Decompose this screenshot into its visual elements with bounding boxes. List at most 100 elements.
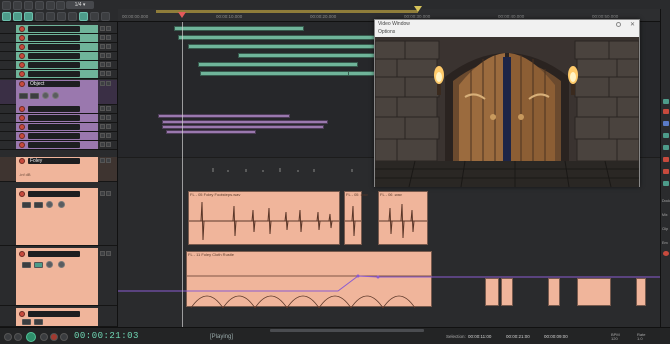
solo-button[interactable] <box>106 251 111 256</box>
mute-button[interactable] <box>100 35 105 40</box>
grid-dropdown[interactable]: 1/4 ▾ <box>66 1 94 9</box>
solo-button[interactable] <box>106 81 111 86</box>
track-name[interactable] <box>28 53 80 59</box>
pan-knob[interactable] <box>58 261 65 268</box>
zoom-icon[interactable] <box>101 12 110 21</box>
loop-button[interactable] <box>60 333 68 341</box>
mute-button[interactable] <box>100 106 105 111</box>
record-arm-button[interactable] <box>19 124 25 130</box>
settings-icon[interactable] <box>56 1 65 10</box>
track-name[interactable]: Object <box>28 81 80 87</box>
dock-icon[interactable] <box>663 121 669 126</box>
stop-button[interactable] <box>14 333 22 341</box>
track-name[interactable] <box>28 115 80 121</box>
solo-button[interactable] <box>106 35 111 40</box>
metronome-icon[interactable] <box>46 1 55 10</box>
record-arm-button[interactable] <box>19 251 25 257</box>
mute-button[interactable] <box>100 81 105 86</box>
solo-button[interactable] <box>106 158 111 163</box>
track-name[interactable] <box>28 71 80 77</box>
track-header[interactable] <box>0 34 117 43</box>
track-header[interactable] <box>0 114 117 123</box>
bpm-value[interactable]: 120 <box>611 336 618 341</box>
solo-button[interactable] <box>106 26 111 31</box>
dock-icon[interactable] <box>663 181 669 186</box>
grid-icon[interactable] <box>90 12 99 21</box>
play-cursor-marker[interactable] <box>178 12 186 18</box>
track-header[interactable] <box>0 141 117 150</box>
dock-icon[interactable] <box>663 169 669 174</box>
crossfade-icon[interactable] <box>46 12 55 21</box>
mute-button[interactable] <box>100 251 105 256</box>
dock-icon[interactable] <box>663 145 669 150</box>
fx-button[interactable] <box>22 262 31 268</box>
selection-end[interactable]: 00:00:21:00 <box>506 334 530 339</box>
mute-button[interactable] <box>100 26 105 31</box>
envelope-icon[interactable] <box>24 12 33 21</box>
route-button[interactable] <box>34 319 43 325</box>
route-button[interactable] <box>30 93 39 99</box>
track-name[interactable] <box>28 26 80 32</box>
track-name[interactable] <box>28 106 80 112</box>
mute-button[interactable] <box>100 158 105 163</box>
record-arm-button[interactable] <box>19 191 25 197</box>
mute-button[interactable] <box>100 124 105 129</box>
dock-icon[interactable] <box>663 133 669 138</box>
record-arm-button[interactable] <box>19 71 25 77</box>
dock-label[interactable]: Mix <box>662 213 667 217</box>
record-arm-button[interactable] <box>19 158 25 164</box>
snap-icon[interactable] <box>2 12 11 21</box>
auto-crossfade-icon[interactable] <box>79 12 88 21</box>
track-header[interactable] <box>0 105 117 114</box>
fx-button[interactable] <box>22 319 31 325</box>
group-icon[interactable] <box>57 12 66 21</box>
loop-end-marker[interactable] <box>414 6 422 12</box>
ripple-icon[interactable] <box>13 12 22 21</box>
mute-button[interactable] <box>100 71 105 76</box>
volume-knob[interactable] <box>42 92 49 99</box>
time-display[interactable]: 00:00:21:03 <box>74 331 139 341</box>
solo-button[interactable] <box>106 62 111 67</box>
track-header[interactable] <box>0 188 117 246</box>
track-header[interactable] <box>0 123 117 132</box>
route-button[interactable] <box>34 202 43 208</box>
track-header[interactable] <box>0 25 117 34</box>
mute-button[interactable] <box>100 191 105 196</box>
solo-button[interactable] <box>106 191 111 196</box>
record-arm-button[interactable] <box>19 81 25 87</box>
mute-button[interactable] <box>100 115 105 120</box>
rate-display[interactable]: Rate 1.0 <box>637 333 645 341</box>
video-window[interactable]: Video Window ✕ Options <box>374 19 640 187</box>
track-name[interactable] <box>28 124 80 130</box>
record-arm-button[interactable] <box>19 115 25 121</box>
record-arm-button[interactable] <box>19 26 25 32</box>
play-button[interactable] <box>26 332 36 342</box>
fx-button[interactable] <box>19 93 28 99</box>
track-name[interactable] <box>28 44 80 50</box>
record-arm-button[interactable] <box>19 106 25 112</box>
track-name[interactable] <box>28 133 80 139</box>
track-name[interactable] <box>28 251 80 257</box>
mute-button[interactable] <box>100 142 105 147</box>
pan-knob[interactable] <box>58 201 65 208</box>
horizontal-scrollbar[interactable] <box>270 329 424 332</box>
mute-button[interactable] <box>100 53 105 58</box>
solo-button[interactable] <box>106 115 111 120</box>
redo-icon[interactable] <box>13 1 22 10</box>
track-name[interactable] <box>28 62 80 68</box>
track-name[interactable] <box>28 191 80 197</box>
record-icon[interactable] <box>663 251 669 256</box>
pause-button[interactable] <box>40 333 48 341</box>
record-arm-button[interactable] <box>19 133 25 139</box>
trim-icon[interactable] <box>35 12 44 21</box>
record-arm-button[interactable] <box>19 35 25 41</box>
loop-region[interactable] <box>156 10 418 13</box>
track-name[interactable] <box>28 311 80 317</box>
record-arm-button[interactable] <box>19 62 25 68</box>
solo-button[interactable] <box>106 106 111 111</box>
solo-button[interactable] <box>106 44 111 49</box>
record-arm-button[interactable] <box>19 53 25 59</box>
save-icon[interactable] <box>24 1 33 10</box>
marker-icon[interactable] <box>68 12 77 21</box>
dock-icon[interactable] <box>663 99 669 104</box>
